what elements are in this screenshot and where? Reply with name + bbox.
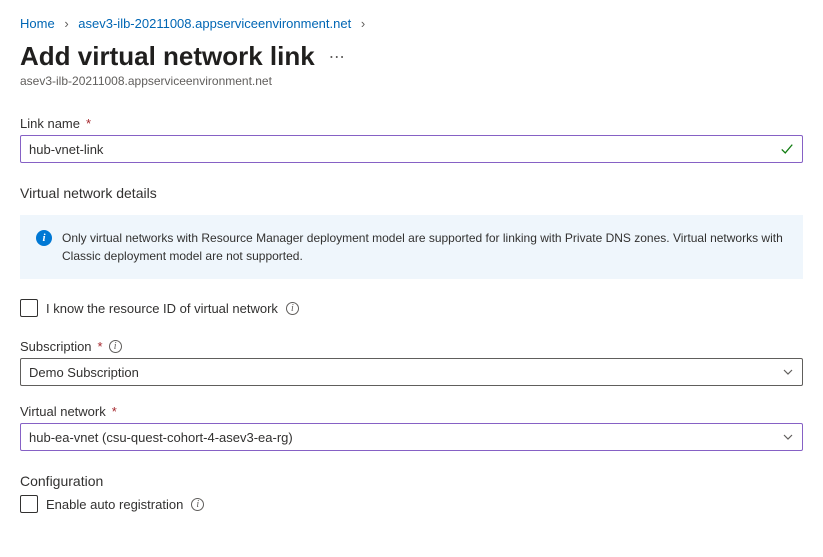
info-banner: i Only virtual networks with Resource Ma…: [20, 215, 803, 279]
link-name-input[interactable]: [29, 142, 780, 157]
link-name-label: Link name*: [20, 116, 803, 131]
virtual-network-value: hub-ea-vnet (csu-quest-cohort-4-asev3-ea…: [29, 430, 293, 445]
info-icon: i: [36, 230, 52, 246]
configuration-heading: Configuration: [20, 473, 803, 489]
chevron-down-icon: [782, 366, 794, 378]
breadcrumb-home-link[interactable]: Home: [20, 16, 55, 31]
page-title: Add virtual network link: [20, 41, 315, 72]
auto-registration-label: Enable auto registration: [46, 497, 183, 512]
virtual-network-label: Virtual network*: [20, 404, 803, 419]
page-subtitle: asev3-ilb-20211008.appserviceenvironment…: [20, 74, 803, 88]
breadcrumb-parent-link[interactable]: asev3-ilb-20211008.appserviceenvironment…: [78, 16, 351, 31]
subscription-select[interactable]: Demo Subscription: [20, 358, 803, 386]
info-tooltip-icon[interactable]: i: [109, 340, 122, 353]
auto-registration-checkbox[interactable]: [20, 495, 38, 513]
checkmark-icon: [780, 142, 794, 156]
breadcrumb: Home › asev3-ilb-20211008.appserviceenvi…: [20, 16, 803, 31]
vnet-details-heading: Virtual network details: [20, 185, 803, 201]
subscription-value: Demo Subscription: [29, 365, 139, 380]
chevron-down-icon: [782, 431, 794, 443]
resource-id-checkbox[interactable]: [20, 299, 38, 317]
subscription-label: Subscription* i: [20, 339, 803, 354]
chevron-right-icon: ›: [361, 16, 365, 31]
info-message: Only virtual networks with Resource Mana…: [62, 229, 787, 265]
link-name-input-wrap: [20, 135, 803, 163]
info-tooltip-icon[interactable]: i: [286, 302, 299, 315]
virtual-network-select[interactable]: hub-ea-vnet (csu-quest-cohort-4-asev3-ea…: [20, 423, 803, 451]
info-tooltip-icon[interactable]: i: [191, 498, 204, 511]
chevron-right-icon: ›: [64, 16, 68, 31]
resource-id-checkbox-label: I know the resource ID of virtual networ…: [46, 301, 278, 316]
more-actions-button[interactable]: ⋯: [329, 47, 346, 67]
